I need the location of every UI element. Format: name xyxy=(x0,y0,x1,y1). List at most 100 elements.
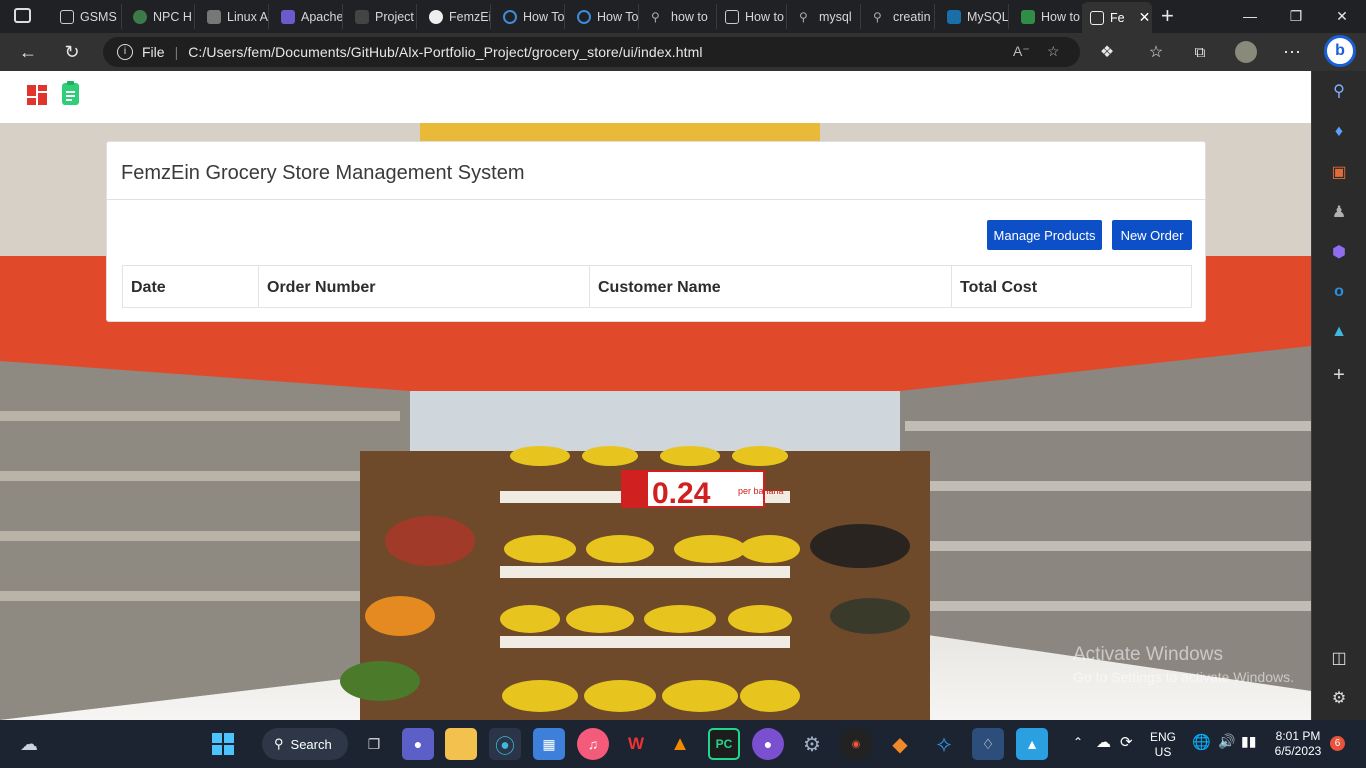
browser-sidebar: ⚲ ♦ ▣ ♟ ⬢ o ▲ + ◫ ⚙ xyxy=(1311,71,1366,720)
hide-sidebar-icon[interactable]: ◫ xyxy=(1329,648,1349,668)
language-label: ENG xyxy=(1149,730,1176,744)
search-icon: ⚲ xyxy=(651,9,660,24)
settings-icon[interactable]: ⚙ xyxy=(1329,688,1349,708)
browser-tab[interactable]: NPC H xyxy=(125,4,195,29)
region-label: US xyxy=(1154,745,1172,759)
mysql-workbench-icon[interactable]: ♢ xyxy=(972,728,1004,760)
refresh-icon[interactable]: ↻ xyxy=(57,38,87,66)
app-settings-icon[interactable]: ⚙ xyxy=(796,728,828,760)
page-title: FemzEin Grocery Store Management System xyxy=(107,142,1205,200)
outlook-icon[interactable]: o xyxy=(1329,282,1349,302)
browser-tab[interactable]: ⚲ how to xyxy=(643,4,717,29)
clipboard-icon[interactable] xyxy=(62,81,79,105)
clock[interactable]: 8:01 PM 6/5/2023 xyxy=(1270,729,1326,759)
browser-tab[interactable]: Project xyxy=(347,4,417,29)
manage-products-button[interactable]: Manage Products xyxy=(987,220,1102,250)
minimize-icon[interactable]: — xyxy=(1227,4,1273,28)
browser-tab-strip: GSMS NPC H Linux A Apache Project FemzEi… xyxy=(0,0,1366,33)
activate-windows-title: Activate Windows xyxy=(1073,644,1223,665)
project-icon xyxy=(355,9,369,24)
add-icon[interactable]: + xyxy=(1329,364,1349,386)
column-header-order-number: Order Number xyxy=(259,266,590,307)
office-icon[interactable]: ⬢ xyxy=(1329,242,1349,262)
drop-icon[interactable]: ▲ xyxy=(1329,322,1349,342)
taskbar-search[interactable]: ⚲ Search xyxy=(262,728,348,760)
close-window-icon[interactable]: ✕ xyxy=(1319,4,1365,28)
tools-icon[interactable]: ▣ xyxy=(1329,162,1349,182)
restore-icon[interactable]: ❐ xyxy=(1273,4,1319,28)
new-order-button[interactable]: New Order xyxy=(1112,220,1192,250)
column-header-total-cost: Total Cost xyxy=(960,279,1038,296)
games-icon[interactable]: ♟ xyxy=(1329,202,1349,222)
onedrive-icon[interactable]: ☁ xyxy=(1096,733,1111,751)
start-icon[interactable] xyxy=(207,728,239,760)
browser-tab[interactable]: How to xyxy=(717,4,787,29)
browser-tab[interactable]: ⚲ mysql xyxy=(791,4,861,29)
gfg-icon xyxy=(1021,9,1035,24)
browser-tab[interactable]: FemzEi xyxy=(421,4,491,29)
shopping-tag-icon[interactable]: ♦ xyxy=(1329,122,1349,142)
address-bar[interactable]: i File | C:/Users/fem/Documents/GitHub/A… xyxy=(103,37,1080,67)
extensions-icon[interactable]: ❖ xyxy=(1092,38,1122,66)
clock-time: 8:01 PM xyxy=(1275,729,1321,743)
favorites-icon[interactable]: ☆ xyxy=(1141,38,1171,66)
collections-icon[interactable]: ⧉ xyxy=(1185,38,1215,66)
app-navbar xyxy=(0,71,1311,123)
profile-avatar[interactable] xyxy=(1235,41,1257,63)
globe-icon[interactable]: 🌐 xyxy=(1192,733,1211,751)
search-icon[interactable]: ⚲ xyxy=(1329,81,1349,101)
vlc-icon[interactable]: ▲ xyxy=(664,728,696,760)
browser-tab[interactable]: Apache xyxy=(273,4,343,29)
more-menu-icon[interactable]: ⋯ xyxy=(1277,38,1307,66)
howto-icon xyxy=(577,9,591,24)
close-tab-icon[interactable]: ✕ xyxy=(1139,9,1151,26)
browser-tab[interactable]: Linux A xyxy=(199,4,269,29)
windows-taskbar: ☁ ⚲ Search ❐ ● ⦿ ▦ ♫ W ▲ PC ● ⚙ ◉ ◆ ⟡ ♢ … xyxy=(0,720,1366,768)
clock-date: 6/5/2023 xyxy=(1274,744,1322,758)
browser-tab[interactable]: How To xyxy=(495,4,565,29)
browser-tab[interactable]: MySQL xyxy=(939,4,1009,29)
photos-icon[interactable]: ▲ xyxy=(1016,728,1048,760)
browser-tab[interactable]: How To xyxy=(569,4,639,29)
battery-icon[interactable]: ▮▮ xyxy=(1241,733,1256,750)
teams-icon[interactable]: ● xyxy=(402,728,434,760)
weather-icon[interactable]: ☁ xyxy=(13,728,45,760)
scheme-label: File xyxy=(142,44,165,60)
file-explorer-icon[interactable] xyxy=(445,728,477,760)
browser-tab[interactable]: GSMS xyxy=(52,4,122,29)
github-desktop-icon[interactable]: ● xyxy=(752,728,784,760)
notification-badge[interactable]: 6 xyxy=(1330,736,1345,751)
browser-tab[interactable]: How to xyxy=(1013,4,1083,29)
vscode-icon[interactable]: ⟡ xyxy=(928,728,960,760)
git-icon[interactable]: ◆ xyxy=(884,728,916,760)
howto-icon xyxy=(503,9,517,24)
store-icon[interactable]: ▦ xyxy=(533,728,565,760)
bing-chat-icon[interactable]: b xyxy=(1324,35,1356,67)
dashboard-icon[interactable] xyxy=(27,85,47,105)
browser-tab-active[interactable]: Fe ✕ xyxy=(1082,2,1152,33)
mysql-icon xyxy=(947,9,961,24)
language-indicator[interactable]: ENG US xyxy=(1148,730,1178,760)
page-icon xyxy=(60,9,74,24)
price-sign-value: 0.24 xyxy=(652,477,711,510)
show-hidden-icons[interactable]: ⌃ xyxy=(1073,735,1083,749)
music-icon[interactable]: ♫ xyxy=(577,728,609,760)
column-header-customer-name: Customer Name xyxy=(590,266,952,307)
tab-actions-icon[interactable] xyxy=(14,8,31,23)
url-text[interactable]: C:/Users/fem/Documents/GitHub/Alx-Portfo… xyxy=(188,44,702,60)
page-icon xyxy=(1090,10,1104,25)
browser-tab[interactable]: ⚲ creatin xyxy=(865,4,935,29)
add-favorite-icon[interactable]: ☆ xyxy=(1047,43,1060,60)
task-view-icon[interactable]: ❐ xyxy=(358,728,390,760)
edge-icon[interactable]: ⦿ xyxy=(489,728,521,760)
apache-icon xyxy=(281,9,295,24)
wps-icon[interactable]: W xyxy=(620,728,652,760)
webpicker-icon[interactable]: ◉ xyxy=(840,728,872,760)
read-aloud-icon[interactable]: A⁻ xyxy=(1013,43,1030,60)
info-icon[interactable]: i xyxy=(117,44,133,60)
back-icon[interactable]: ← xyxy=(13,38,43,66)
new-tab-icon[interactable]: + xyxy=(1161,3,1174,29)
sync-icon[interactable]: ⟳ xyxy=(1120,733,1133,751)
volume-icon[interactable]: 🔊 xyxy=(1218,733,1235,750)
pycharm-icon[interactable]: PC xyxy=(708,728,740,760)
